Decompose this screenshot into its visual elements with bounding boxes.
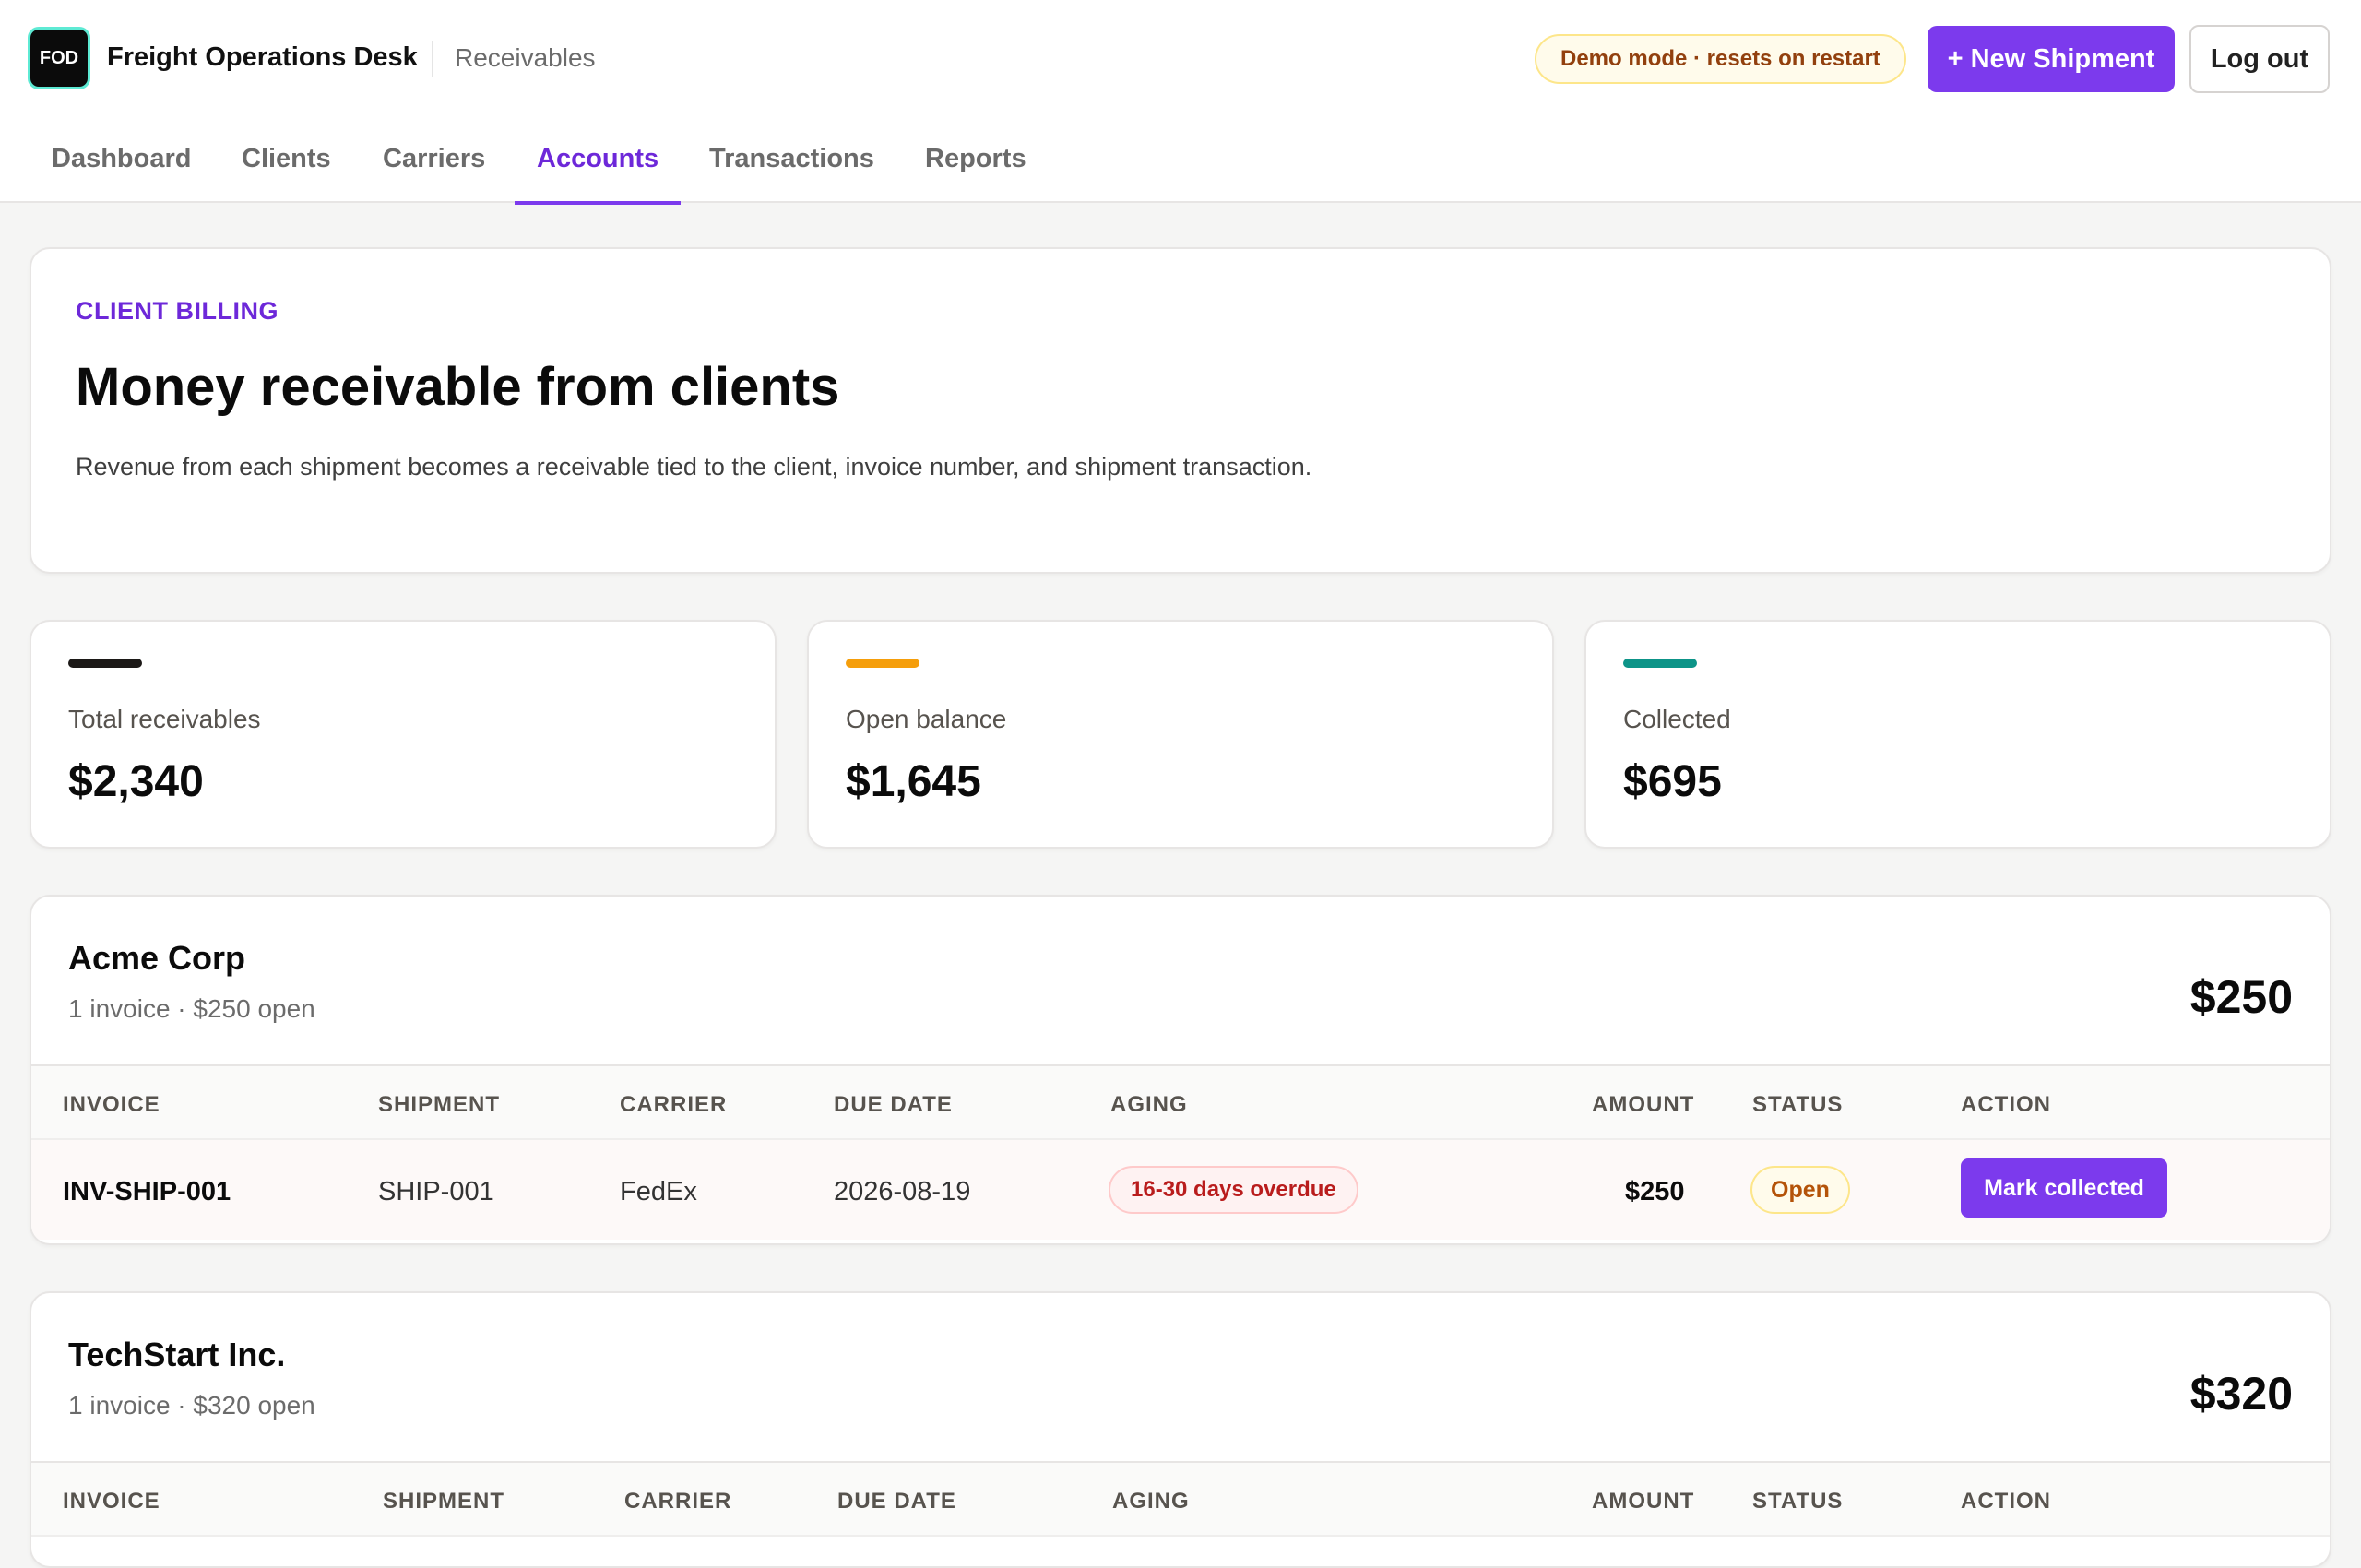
col-amount: AMOUNT <box>1592 1489 1695 1514</box>
invoice-number: INV-SHIP-001 <box>63 1177 231 1206</box>
col-invoice: INVOICE <box>63 1489 160 1514</box>
tab-clients[interactable]: Clients <box>219 138 353 203</box>
section-name: Receivables <box>455 43 596 72</box>
col-aging: AGING <box>1112 1489 1190 1514</box>
client-total: $250 <box>2189 971 2293 1023</box>
stat-value: $695 <box>1623 757 1722 806</box>
col-action: ACTION <box>1961 1092 2051 1117</box>
table-row: INV-SHIP-001 SHIP-001 FedEx 2026-08-19 1… <box>31 1140 2330 1240</box>
table-header: INVOICE SHIPMENT CARRIER DUE DATE AGING … <box>31 1461 2330 1537</box>
section-eyebrow: CLIENT BILLING <box>76 297 279 325</box>
top-header: FOD Freight Operations Desk Receivables … <box>0 0 2361 205</box>
tab-reports[interactable]: Reports <box>903 138 1049 203</box>
col-action: ACTION <box>1961 1489 2051 1514</box>
col-due-date: DUE DATE <box>834 1092 953 1117</box>
col-carrier: CARRIER <box>620 1092 728 1117</box>
col-aging: AGING <box>1110 1092 1188 1117</box>
stat-card-open-balance: Open balance $1,645 <box>807 620 1554 849</box>
stat-accent-bar <box>1623 659 1697 668</box>
intro-card: CLIENT BILLING Money receivable from cli… <box>30 247 2331 574</box>
page-description: Revenue from each shipment becomes a rec… <box>76 453 1312 481</box>
tab-transactions[interactable]: Transactions <box>687 138 896 203</box>
stat-accent-bar <box>846 659 919 668</box>
table-header: INVOICE SHIPMENT CARRIER DUE DATE AGING … <box>31 1064 2330 1140</box>
stat-value: $2,340 <box>68 757 204 806</box>
tab-carriers[interactable]: Carriers <box>361 138 507 203</box>
col-status: STATUS <box>1752 1092 1844 1117</box>
invoice-amount: $250 <box>1625 1177 1685 1206</box>
stat-label: Total receivables <box>68 705 261 733</box>
title-divider <box>432 41 433 77</box>
client-total: $320 <box>2189 1368 2293 1420</box>
col-status: STATUS <box>1752 1489 1844 1514</box>
aging-badge: 16-30 days overdue <box>1109 1166 1358 1214</box>
due-date: 2026-08-19 <box>834 1177 971 1206</box>
stat-label: Collected <box>1623 705 1731 733</box>
col-due-date: DUE DATE <box>837 1489 956 1514</box>
shipment-id: SHIP-001 <box>378 1177 494 1206</box>
stat-card-total: Total receivables $2,340 <box>30 620 777 849</box>
page-title: Money receivable from clients <box>76 357 840 417</box>
tab-accounts[interactable]: Accounts <box>515 138 682 205</box>
app-logo[interactable]: FOD <box>28 27 90 89</box>
col-shipment: SHIPMENT <box>383 1489 505 1514</box>
col-carrier: CARRIER <box>624 1489 732 1514</box>
mark-collected-button[interactable]: Mark collected <box>1961 1158 2167 1218</box>
col-amount: AMOUNT <box>1592 1092 1695 1117</box>
stat-label: Open balance <box>846 705 1007 733</box>
new-shipment-button[interactable]: + New Shipment <box>1928 26 2175 92</box>
client-card-acme: Acme Corp 1 invoice · $250 open $250 INV… <box>30 895 2331 1245</box>
client-summary: 1 invoice · $250 open <box>68 994 315 1023</box>
logout-button[interactable]: Log out <box>2189 25 2330 93</box>
client-summary: 1 invoice · $320 open <box>68 1391 315 1420</box>
status-badge: Open <box>1750 1166 1850 1214</box>
carrier-name: FedEx <box>620 1177 697 1206</box>
demo-mode-badge: Demo mode · resets on restart <box>1535 34 1906 84</box>
col-invoice: INVOICE <box>63 1092 160 1117</box>
stat-accent-bar <box>68 659 142 668</box>
stat-card-collected: Collected $695 <box>1584 620 2331 849</box>
col-shipment: SHIPMENT <box>378 1092 501 1117</box>
client-name: TechStart Inc. <box>68 1336 286 1373</box>
stat-value: $1,645 <box>846 757 981 806</box>
app-title: Freight Operations Desk <box>107 42 418 72</box>
tab-dashboard[interactable]: Dashboard <box>30 138 213 203</box>
client-name: Acme Corp <box>68 939 246 977</box>
client-card-techstart: TechStart Inc. 1 invoice · $320 open $32… <box>30 1291 2331 1568</box>
